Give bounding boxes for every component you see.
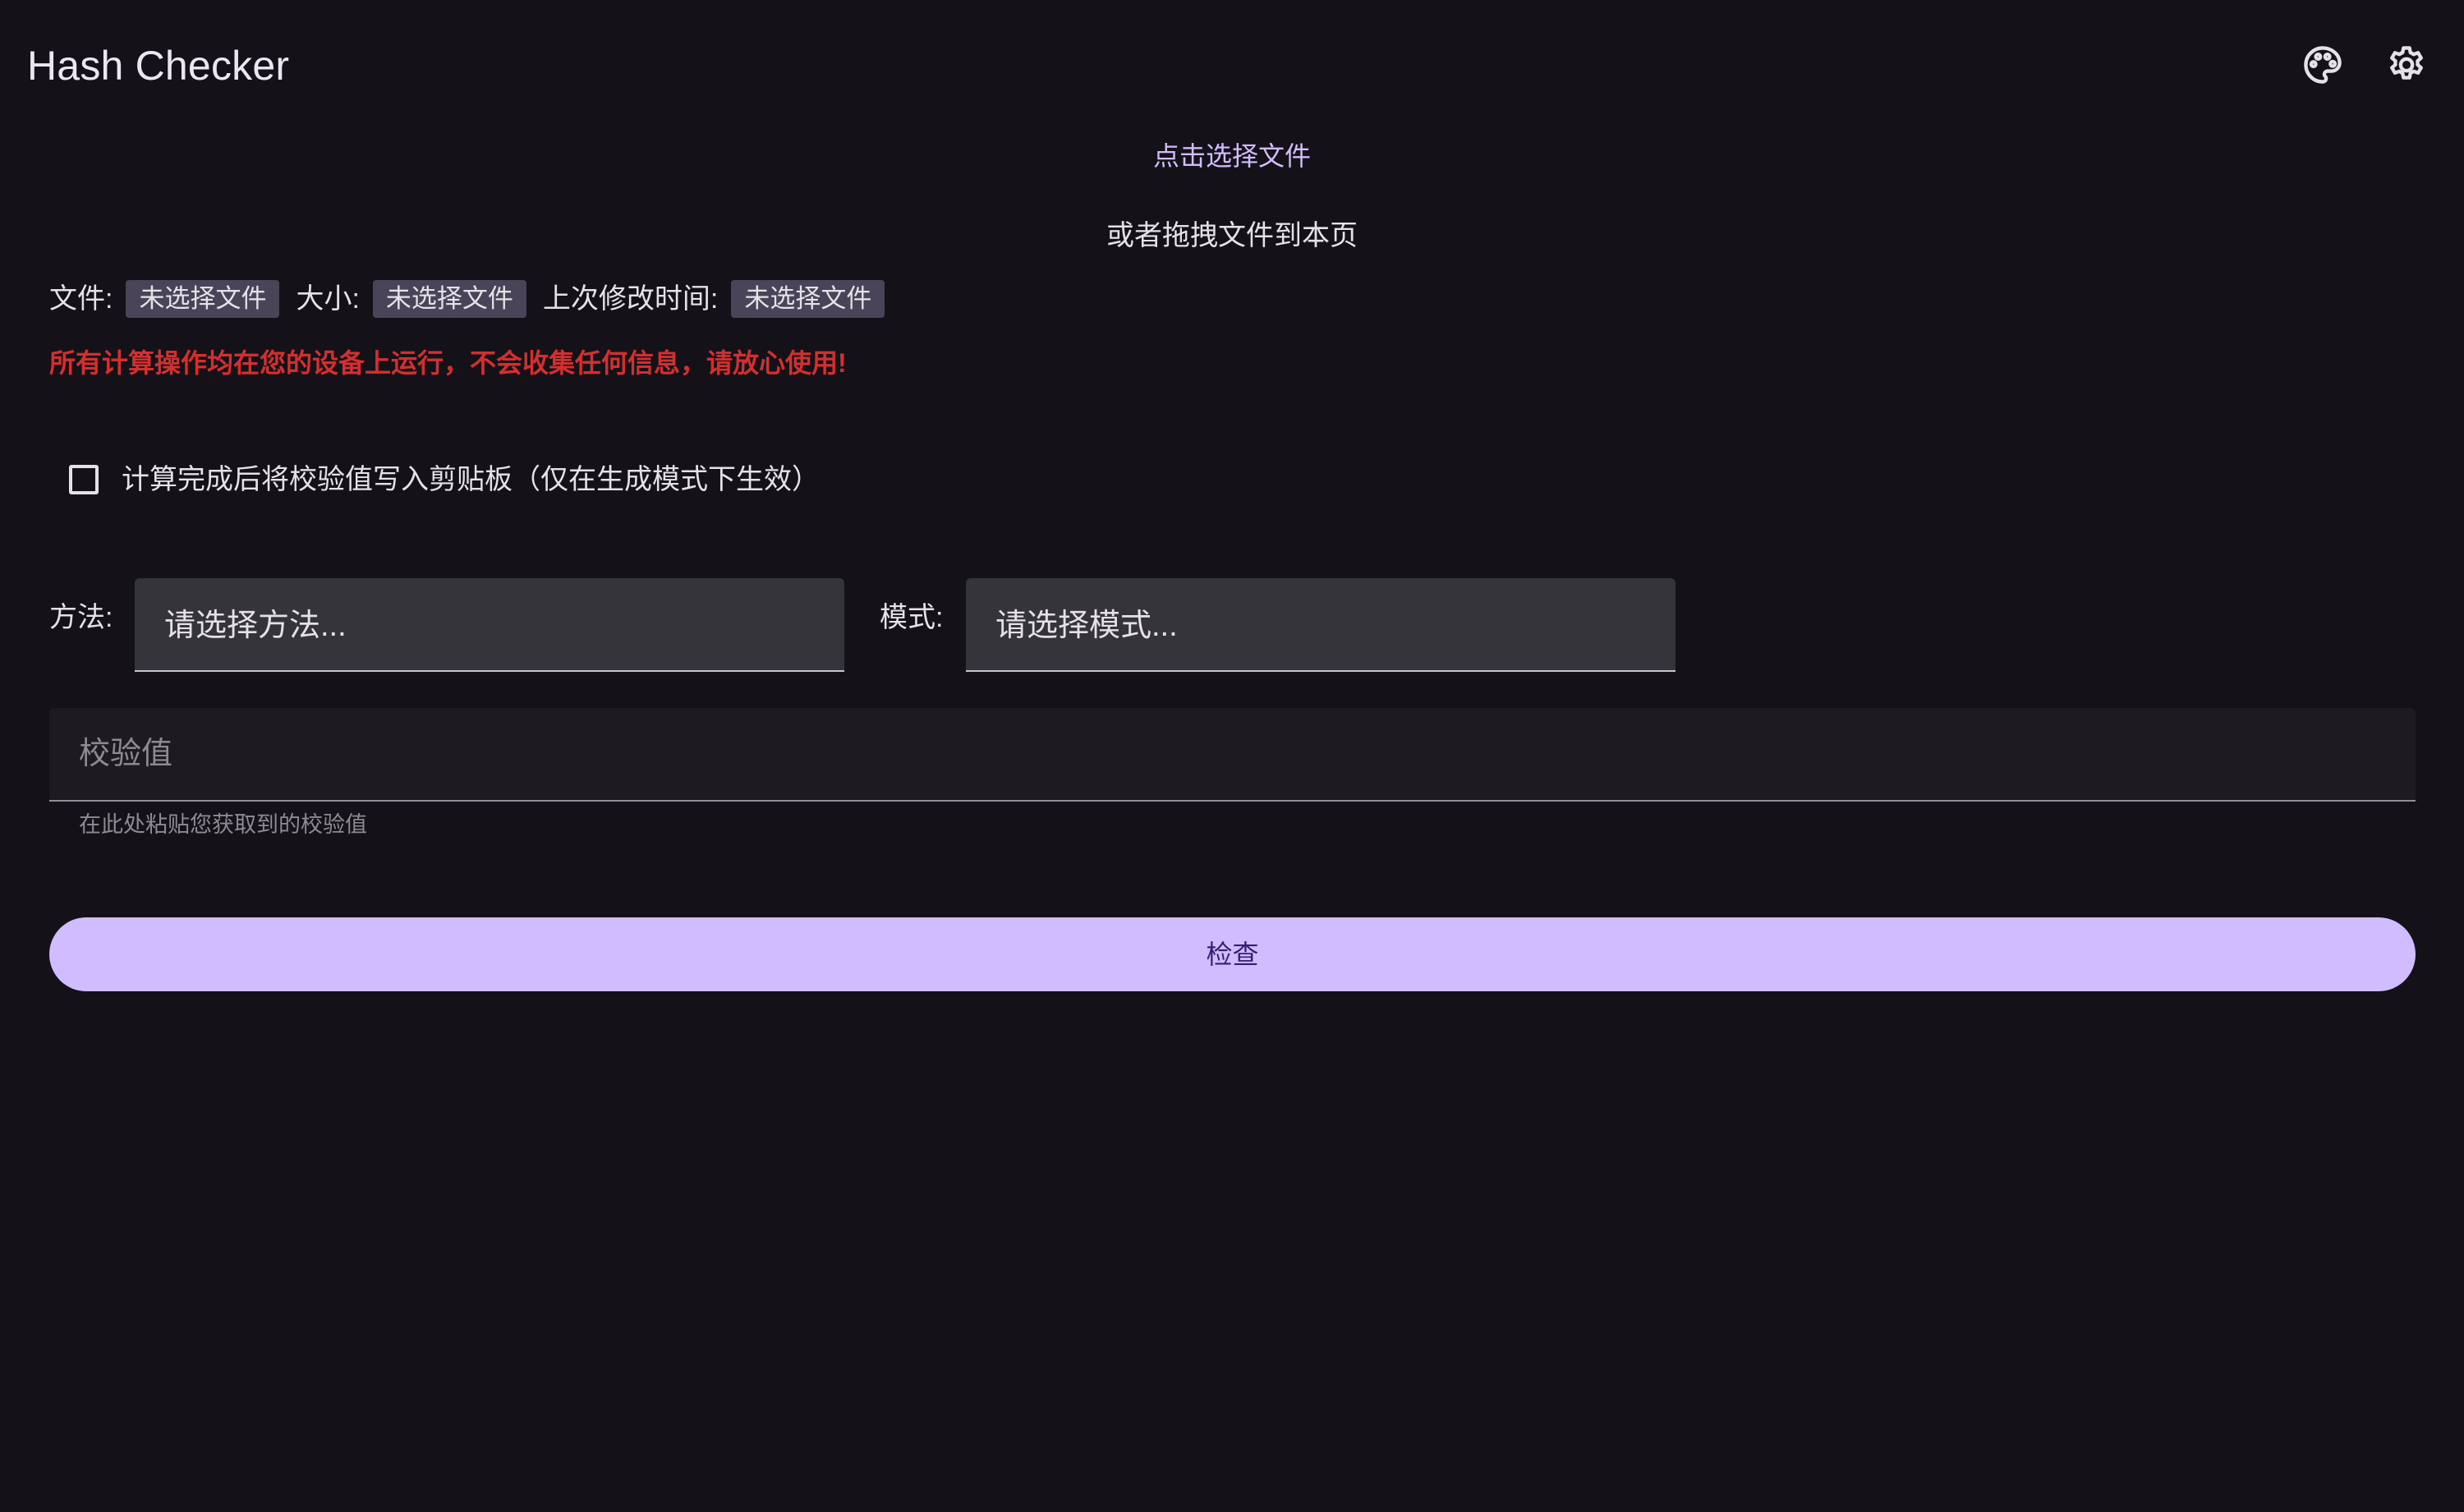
clipboard-option[interactable]: 计算完成后将校验值写入剪贴板（仅在生成模式下生效） <box>69 457 820 503</box>
settings-button[interactable] <box>2380 39 2433 91</box>
size-label: 大小: <box>296 283 360 315</box>
file-info-row: 文件: 未选择文件 大小: 未选择文件 上次修改时间: 未选择文件 <box>49 279 901 319</box>
check-button[interactable]: 检查 <box>49 917 2416 991</box>
mode-select-placeholder: 请选择模式... <box>995 609 1178 643</box>
clipboard-checkbox[interactable] <box>69 465 99 494</box>
hash-input-helper-text: 在此处粘贴您获取到的校验值 <box>79 812 367 837</box>
top-toolbar <box>2296 39 2433 91</box>
privacy-notice: 所有计算操作均在您的设备上运行，不会收集任何信息，请放心使用! <box>49 348 847 378</box>
file-size-badge: 未选择文件 <box>372 280 526 318</box>
file-label: 文件: <box>49 283 113 315</box>
method-select[interactable]: 请选择方法... <box>135 578 844 672</box>
method-select-placeholder: 请选择方法... <box>164 609 347 643</box>
palette-icon <box>2304 46 2342 84</box>
clipboard-checkbox-label: 计算完成后将校验值写入剪贴板（仅在生成模式下生效） <box>122 464 820 495</box>
modified-time-label: 上次修改时间: <box>542 283 719 315</box>
hash-input[interactable] <box>79 708 2379 800</box>
file-picker-area: 点击选择文件 <box>0 136 2464 176</box>
modified-time-badge: 未选择文件 <box>731 280 885 318</box>
hash-input-field[interactable] <box>49 708 2416 802</box>
method-label: 方法: <box>49 602 113 633</box>
file-name-badge: 未选择文件 <box>126 280 280 318</box>
drag-drop-hint: 或者拖拽文件到本页 <box>1106 220 1358 251</box>
mode-label: 模式: <box>880 602 944 633</box>
mode-select[interactable]: 请选择模式... <box>966 578 1676 672</box>
select-file-link[interactable]: 点击选择文件 <box>1153 141 1311 171</box>
theme-button[interactable] <box>2296 39 2349 91</box>
gear-icon <box>2390 46 2423 80</box>
app-title: Hash Checker <box>27 43 290 89</box>
